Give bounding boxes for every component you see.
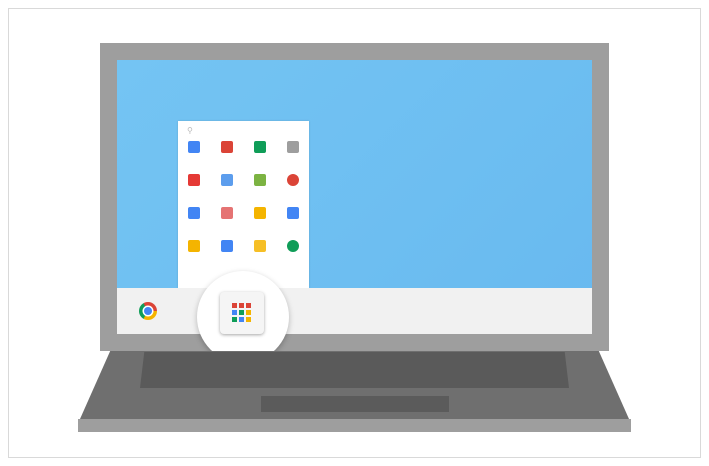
- chrome-icon[interactable]: [139, 302, 157, 320]
- shelf: [117, 288, 592, 334]
- sheets-app-icon[interactable]: [287, 207, 299, 219]
- app-launcher-icon: [232, 303, 251, 322]
- slides-app-icon[interactable]: [287, 141, 299, 153]
- keyboard: [140, 352, 569, 388]
- search-icon[interactable]: ⚲: [187, 127, 193, 135]
- app-launcher-button[interactable]: [220, 292, 264, 334]
- store-app-icon[interactable]: [221, 240, 233, 252]
- photos-app-icon[interactable]: [254, 174, 266, 186]
- launcher-dot: [232, 303, 237, 308]
- laptop-screen: ⚲: [117, 60, 592, 334]
- launcher-dot: [232, 317, 237, 322]
- trackpad: [261, 396, 449, 412]
- launcher-dot: [246, 310, 251, 315]
- launcher-dot: [239, 317, 244, 322]
- youtube-app-icon[interactable]: [188, 174, 200, 186]
- app-launcher-panel: ⚲: [178, 121, 309, 288]
- laptop-base-edge: [78, 419, 631, 432]
- hangouts-app-icon[interactable]: [287, 240, 299, 252]
- files-app-icon[interactable]: [221, 174, 233, 186]
- launcher-dot: [239, 303, 244, 308]
- launcher-dot: [246, 303, 251, 308]
- launcher-dot: [239, 310, 244, 315]
- drive-app-icon[interactable]: [254, 141, 266, 153]
- docs-app-icon[interactable]: [188, 141, 200, 153]
- launcher-dot: [246, 317, 251, 322]
- app-grid: [188, 141, 299, 252]
- maps-app-icon[interactable]: [188, 207, 200, 219]
- calendar-app-icon[interactable]: [221, 207, 233, 219]
- gmail-app-icon[interactable]: [221, 141, 233, 153]
- play-music-app-icon[interactable]: [254, 207, 266, 219]
- launcher-highlight-circle: [197, 271, 289, 363]
- keep-app-icon[interactable]: [188, 240, 200, 252]
- chrome-app-icon[interactable]: [287, 174, 299, 186]
- launcher-dot: [232, 310, 237, 315]
- mail-app-icon[interactable]: [254, 240, 266, 252]
